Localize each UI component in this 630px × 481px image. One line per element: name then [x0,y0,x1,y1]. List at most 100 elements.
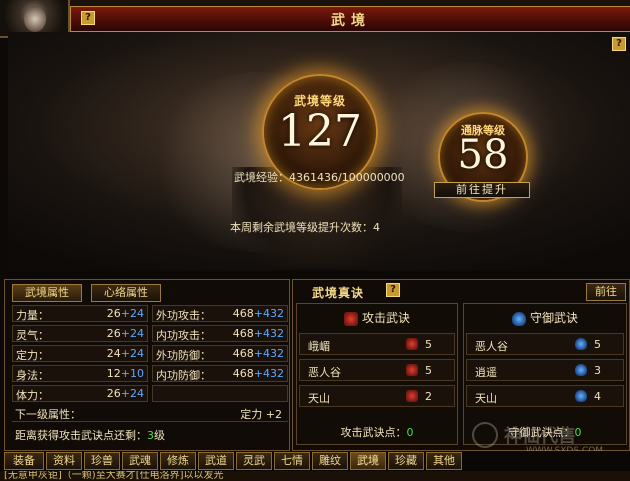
tab-4[interactable]: 修炼 [160,452,196,470]
defense-secret-row[interactable]: 天山 4 [466,385,624,407]
defense-secret-row[interactable]: 恶人谷 5 [466,333,624,355]
stat-label: 力量： [16,309,49,322]
attack-sigil-icon [343,311,358,326]
stat-cell: 体力： 26+24 [12,385,148,402]
stat-label: 外功攻击： [156,309,211,322]
stat-base: 468 [232,347,254,360]
defense-secret-name: 恶人谷 [475,340,508,353]
stat-bonus: +24 [120,387,144,400]
martial-secrets-title: 武境真诀 [312,286,365,300]
shield-icon [575,338,587,350]
stat-value: 26+24 [107,387,144,400]
distance-prefix: 距离获得攻击武诀点还剩： [15,429,147,442]
stat-bonus: +24 [120,327,144,340]
shield-icon [575,390,587,402]
attack-points: 攻击武诀点：0 [296,424,458,440]
stat-cell: 内功攻击： 468+432 [152,325,288,342]
tab-8[interactable]: 雕纹 [312,452,348,470]
stat-value: 24+24 [107,347,144,360]
defense-secret-count: 4 [594,390,601,403]
stat-value: 26+24 [107,327,144,340]
stat-base: 468 [232,367,254,380]
attack-secret-count: 5 [425,338,432,351]
meridian-level-value: 58 [457,132,509,178]
stat-cell: 外功防御： 468+432 [152,345,288,362]
attack-secret-name: 恶人谷 [308,366,341,379]
watermark-text: 神仙代售 [504,426,576,447]
stat-cell: 外功攻击： 468+432 [152,305,288,322]
stat-cell: 力量： 26+24 [12,305,148,322]
attack-sigil-icon [406,390,418,402]
go-button[interactable]: 前往 [586,283,626,301]
stat-value: 26+24 [107,307,144,320]
empty-stat-cell [152,385,288,402]
help-button[interactable]: ? [81,11,95,25]
scene-help-button[interactable]: ? [612,37,626,51]
stat-base: 468 [232,327,254,340]
title-bar: 武境 [70,6,630,32]
tab-1[interactable]: 资料 [46,452,82,470]
tab-10[interactable]: 珍藏 [388,452,424,470]
next-level-row: 下一级属性： 定力 +2 [12,404,288,422]
stat-bonus: +24 [120,307,144,320]
stat-base: 12 [106,367,121,380]
tab-0[interactable]: 装备 [4,452,44,470]
stat-value: 468+432 [233,347,284,360]
stat-bonus: +24 [120,347,144,360]
defense-secrets-header: 守御武诀 [463,308,627,330]
stat-bonus: +10 [120,367,144,380]
tab-9[interactable]: 武境 [350,452,386,470]
stat-value: 468+432 [233,327,284,340]
stat-bonus: +432 [253,347,284,360]
stat-label: 定力： [16,349,49,362]
chat-line: [无意甲灰钜]（一颗)至大赛才[仕电洛界]以以发光 [0,471,630,481]
defense-secret-count: 5 [594,338,601,351]
attack-secret-name: 天山 [308,392,330,405]
stat-value: 12+10 [107,367,144,380]
experience-value: 4361436/100000000 [289,171,405,184]
tab-3[interactable]: 武魂 [122,452,158,470]
tab-meridian-attributes[interactable]: 心络属性 [91,284,161,302]
next-level-label: 下一级属性： [15,408,81,421]
shield-icon [575,364,587,376]
attack-secret-row[interactable]: 天山 2 [299,385,455,407]
stat-bonus: +432 [253,307,284,320]
stat-cell: 灵气： 26+24 [12,325,148,342]
stat-bonus: +432 [253,327,284,340]
tab-2[interactable]: 珍兽 [84,452,120,470]
stat-label: 灵气： [16,329,49,342]
stat-value: 468+432 [233,307,284,320]
tab-11[interactable]: 其他 [426,452,462,470]
distance-levels: 3 [147,429,154,442]
stat-label: 身法： [16,369,49,382]
go-upgrade-button[interactable]: 前往提升 [434,182,530,198]
weekly-upgrades-remaining: 本周剩余武境等级提升次数：4 [230,221,380,234]
attack-points-value: 0 [406,426,414,439]
stat-base: 468 [232,307,254,320]
defense-secret-count: 3 [594,364,601,377]
attack-secret-row[interactable]: 恶人谷 5 [299,359,455,381]
tab-6[interactable]: 灵武 [236,452,272,470]
stat-base: 26 [106,387,121,400]
attack-secret-count: 5 [425,364,432,377]
tab-5[interactable]: 武道 [198,452,234,470]
stat-value: 468+432 [233,367,284,380]
experience-label: 武境经验： [234,171,289,184]
stat-base: 26 [106,307,121,320]
distance-suffix: 级 [154,429,165,442]
defense-secret-row[interactable]: 逍遥 3 [466,359,624,381]
secrets-help-button[interactable]: ? [386,283,400,297]
defense-secret-name: 天山 [475,392,497,405]
defense-secret-name: 逍遥 [475,366,497,379]
attack-secret-count: 2 [425,390,432,403]
stat-base: 24 [106,347,121,360]
stat-bonus: +432 [253,367,284,380]
tab-7[interactable]: 七情 [274,452,310,470]
attack-secret-row[interactable]: 峨嵋 5 [299,333,455,355]
stat-cell: 内功防御： 468+432 [152,365,288,382]
attack-sigil-icon [406,364,418,376]
stat-cell: 身法： 12+10 [12,365,148,382]
attack-secrets-title: 攻击武诀 [361,311,410,325]
tab-realm-attributes[interactable]: 武境属性 [12,284,82,302]
avatar-face [24,6,46,32]
